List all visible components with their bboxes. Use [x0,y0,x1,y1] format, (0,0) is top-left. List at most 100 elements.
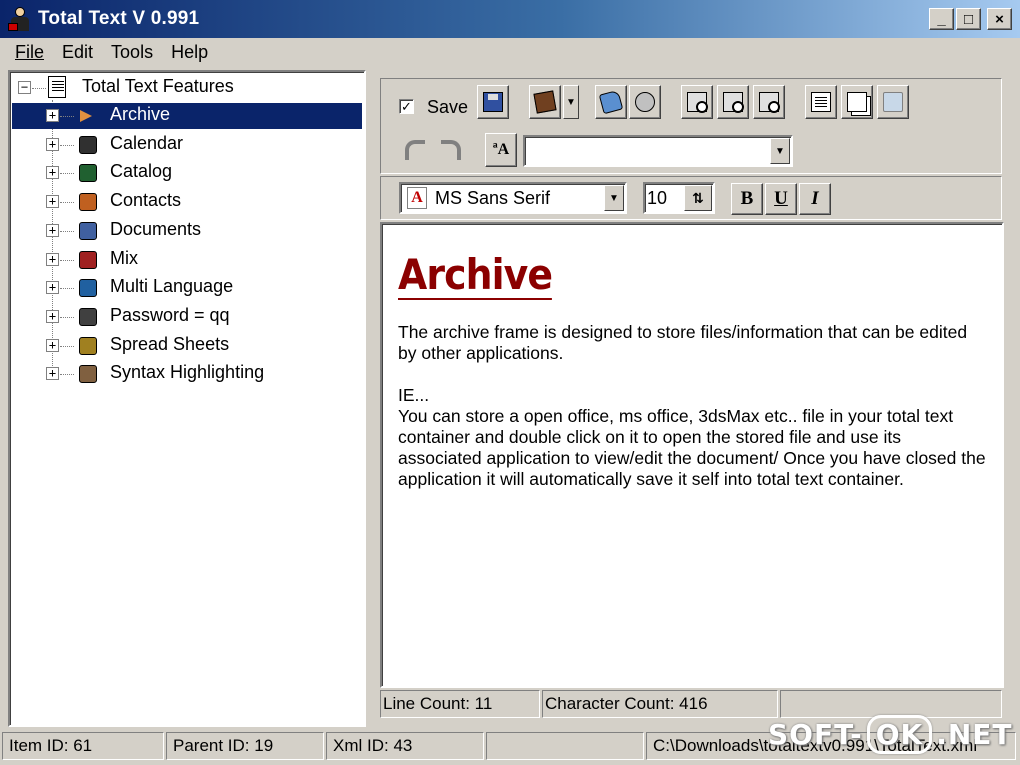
bold-button[interactable]: B [731,183,763,215]
title-bar[interactable]: Total Text V 0.991 _ □ × [0,0,1020,38]
expand-toggle[interactable]: + [46,109,59,122]
replace-button[interactable] [753,85,785,119]
pen-paper-icon [76,362,100,386]
char-count-status: Character Count: 416 [542,690,778,718]
watermark: SOFT- OK .NET [768,715,1013,754]
app-icon [6,5,34,33]
tree-item-label: Calendar [110,132,184,153]
tree-item[interactable]: + Syntax Highlighting [10,360,364,388]
document-paragraph: You can store a open office, ms office, … [398,406,986,489]
document-paragraph: IE... [398,385,430,405]
catalog-book-icon [76,161,100,185]
document-icon [48,76,72,100]
contacts-icon [76,190,100,214]
expand-toggle[interactable]: + [46,137,59,151]
disc-button[interactable] [877,85,909,119]
feature-tree[interactable]: − Total Text Features + Archive + Calendar +… [8,70,366,727]
print-button[interactable] [629,85,661,119]
tree-item[interactable]: + Archive [10,102,364,130]
password-key-icon [76,305,100,329]
italic-button[interactable]: I [799,183,831,215]
redo-button[interactable] [435,133,467,167]
document-paragraph: The archive frame is designed to store f… [398,322,968,363]
tree-item-label: Multi Language [110,276,234,297]
underline-button[interactable]: U [765,183,797,215]
open-folder-button[interactable] [595,85,627,119]
tree-item-label: Contacts [110,190,182,211]
expand-toggle[interactable]: + [46,338,59,352]
close-button[interactable]: × [987,8,1012,30]
tree-item[interactable]: + Contacts [10,188,364,216]
expand-toggle[interactable]: + [46,281,59,295]
expand-toggle[interactable]: + [46,309,59,323]
package-icon [533,90,557,114]
status-empty [486,732,644,760]
menu-edit[interactable]: Edit [53,42,102,63]
window-title: Total Text V 0.991 [38,8,200,29]
tree-item-label: Documents [110,218,202,239]
expand-toggle[interactable]: + [46,195,59,209]
printer-icon [635,92,655,112]
parent-id-status: Parent ID: 19 [166,732,324,760]
tree-item[interactable]: + Calendar [10,131,364,159]
font-a-icon: A [407,187,427,209]
font-size-spin[interactable]: ⇅ [684,185,712,211]
editor-status-empty [780,690,1002,718]
tree-item[interactable]: + Spread Sheets [10,332,364,360]
expand-toggle[interactable]: + [46,166,59,180]
font-size-stepper[interactable]: 10 ⇅ [643,182,715,214]
font-select-arrow[interactable]: ▼ [604,185,624,211]
expand-toggle[interactable]: + [46,252,59,266]
font-size-value: 10 [647,187,668,208]
font-select-value: MS Sans Serif [435,187,551,208]
copy-icon [847,92,867,112]
menu-tools[interactable]: Tools [102,42,162,63]
document-title: Archive [398,250,553,300]
menu-file[interactable]: File [6,42,53,63]
undo-button[interactable] [399,133,431,167]
new-document-button[interactable] [805,85,837,119]
tree-item[interactable]: + Mix [10,246,364,274]
package-dropdown-arrow[interactable]: ▼ [563,85,579,119]
maximize-button[interactable]: □ [956,8,981,30]
collapse-toggle[interactable]: − [18,81,31,94]
find-next-button[interactable] [717,85,749,119]
copy-button[interactable] [841,85,873,119]
tree-root[interactable]: − Total Text Features [10,74,364,102]
format-toolbar: A MS Sans Serif ▼ 10 ⇅ B U I [380,176,1002,220]
archive-arrow-icon [76,104,100,128]
find-icon [687,92,708,113]
disc-icon [883,92,903,112]
tree-item-label: Spread Sheets [110,333,230,354]
search-combo[interactable]: ▼ [523,135,793,167]
document-editor[interactable]: Archive The archive frame is designed to… [380,222,1004,688]
content-area: ✓ Save ▼ ªA ▼ A MS Sans Serif ▼ 10 ⇅ B U… [372,70,1012,727]
tree-item-label: Mix [110,247,138,268]
menu-bar: File Edit Tools Help [0,38,1020,66]
search-combo-arrow[interactable]: ▼ [770,138,790,164]
tree-item-label: Archive [110,104,171,124]
menu-help[interactable]: Help [162,42,217,63]
tree-item-label: Catalog [110,161,173,182]
mix-icon [76,248,100,272]
minimize-button[interactable]: _ [929,8,954,30]
xml-id-status: Xml ID: 43 [326,732,484,760]
find-button[interactable] [681,85,713,119]
undo-icon [405,140,425,160]
tree-item[interactable]: + Multi Language [10,274,364,302]
tree-item[interactable]: + Documents [10,217,364,245]
replace-icon [759,92,780,113]
font-case-button[interactable]: ªA [485,133,517,167]
expand-toggle[interactable]: + [46,367,59,381]
tree-item[interactable]: + Password = qq [10,303,364,331]
calendar-icon [76,133,100,157]
save-to-disk-button[interactable] [477,85,509,119]
package-button[interactable] [529,85,561,119]
tree-item[interactable]: + Catalog [10,159,364,187]
tree-root-label: Total Text Features [82,76,234,96]
main-toolbar: ✓ Save ▼ ªA ▼ [380,78,1002,174]
tree-item-label: Password = qq [110,304,230,325]
expand-toggle[interactable]: + [46,223,59,237]
font-select[interactable]: A MS Sans Serif ▼ [399,182,627,214]
save-checkbox[interactable]: ✓ [399,99,414,114]
